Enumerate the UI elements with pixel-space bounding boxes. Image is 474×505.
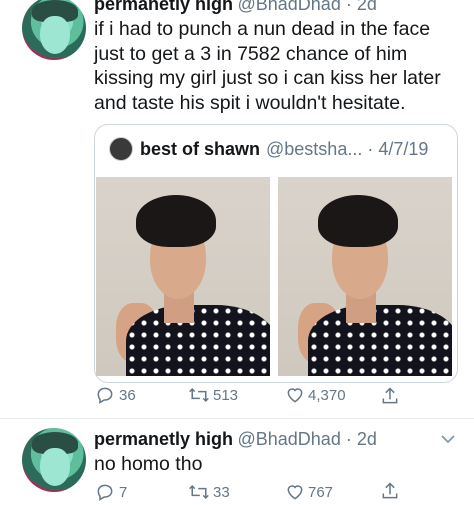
- like-count: 4,370: [308, 386, 346, 404]
- like-button[interactable]: 767: [285, 482, 333, 502]
- reply-icon: [95, 385, 115, 405]
- share-icon: [380, 480, 400, 502]
- quoted-tweet[interactable]: best of shawn @bestsha... · 4/7/19: [94, 124, 458, 383]
- author-handle[interactable]: @BhadDhad · 2d: [237, 429, 376, 449]
- tweet-text-line: if i had to punch a nun dead in the face: [94, 18, 431, 40]
- tweet-text: if i had to punch a nun dead in the face…: [94, 17, 441, 115]
- quoted-tweet-header: best of shawn @bestsha... · 4/7/19: [109, 137, 428, 161]
- tweet-text-line: kissing my girl just so i can kiss her l…: [94, 67, 441, 89]
- avatar[interactable]: [22, 428, 86, 492]
- retweet-icon: [188, 482, 210, 502]
- share-button[interactable]: [380, 385, 400, 407]
- avatar[interactable]: [22, 0, 86, 60]
- like-button[interactable]: 4,370: [285, 385, 346, 405]
- chevron-down-icon[interactable]: [440, 432, 456, 450]
- retweet-button[interactable]: 513: [188, 385, 238, 405]
- tweet-text-line: and taste his spit i wouldn't hesitate.: [94, 91, 406, 114]
- quoted-photo[interactable]: [96, 177, 270, 376]
- quoted-author-handle: @bestsha... · 4/7/19: [266, 138, 429, 159]
- share-button[interactable]: [380, 480, 400, 502]
- author-name[interactable]: permanetly high: [94, 429, 233, 449]
- retweet-button[interactable]: 33: [188, 482, 230, 502]
- tweet-header: permanetly high @BhadDhad · 2d: [94, 0, 377, 15]
- reply-icon: [95, 482, 115, 502]
- reply-count: 7: [119, 483, 128, 501]
- like-count: 767: [308, 483, 334, 501]
- reply-count: 36: [119, 386, 136, 404]
- author-name[interactable]: permanetly high: [94, 0, 233, 14]
- retweet-icon: [188, 385, 210, 405]
- retweet-count: 513: [213, 386, 239, 404]
- reply-button[interactable]: 36: [95, 385, 136, 405]
- quoted-avatar: [109, 137, 133, 161]
- tweet-text: no homo tho: [94, 453, 203, 475]
- like-icon: [285, 482, 305, 502]
- retweet-count: 33: [213, 483, 230, 501]
- author-handle[interactable]: @BhadDhad · 2d: [237, 0, 376, 14]
- tweet-header: permanetly high @BhadDhad · 2d: [94, 429, 377, 450]
- like-icon: [285, 385, 305, 405]
- reply-button[interactable]: 7: [95, 482, 127, 502]
- share-icon: [380, 385, 400, 407]
- quoted-author-name: best of shawn: [140, 138, 261, 159]
- quoted-photo[interactable]: [278, 177, 452, 376]
- divider: [0, 418, 474, 419]
- tweet-text-line: just to get a 3 in 7582 chance of him: [94, 42, 408, 65]
